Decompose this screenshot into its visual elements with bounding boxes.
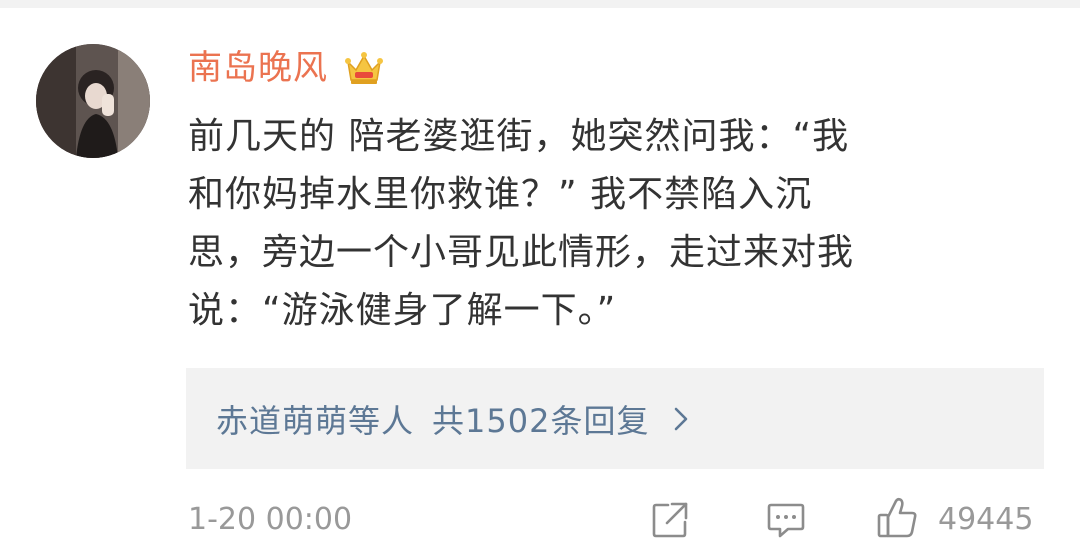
comment-meta: 1-20 00:00 49445	[188, 496, 1048, 546]
replies-preview: 赤道萌萌等人	[216, 401, 415, 440]
comment-icon[interactable]	[766, 500, 806, 540]
crown-icon	[345, 52, 383, 84]
like-count: 49445	[938, 502, 1034, 537]
username[interactable]: 南岛晚风	[188, 42, 328, 94]
comment-line: 思，旁边一个小哥见此情形，走过来对我	[188, 232, 855, 273]
avatar[interactable]	[36, 44, 150, 158]
thumbs-up-icon[interactable]	[876, 496, 918, 540]
comment-line: 和你妈掉水里你救谁？” 我不禁陷入沉	[188, 174, 813, 215]
replies-link[interactable]: 赤道萌萌等人 共1502条回复	[186, 368, 1044, 469]
top-divider	[0, 0, 1080, 8]
comment-line: 前几天的 陪老婆逛街，她突然问我：“我	[188, 116, 850, 157]
comment-line: 说：“游泳健身了解一下。”	[188, 290, 617, 331]
avatar-photo	[36, 44, 150, 158]
share-icon[interactable]	[650, 500, 690, 540]
username-row: 南岛晚风	[188, 42, 384, 94]
replies-count: 共1502条回复	[432, 401, 650, 440]
chevron-right-icon	[675, 407, 688, 430]
timestamp: 1-20 00:00	[188, 502, 353, 537]
comment-body: 前几天的 陪老婆逛街，她突然问我：“我 和你妈掉水里你救谁？” 我不禁陷入沉 思…	[188, 108, 1048, 340]
